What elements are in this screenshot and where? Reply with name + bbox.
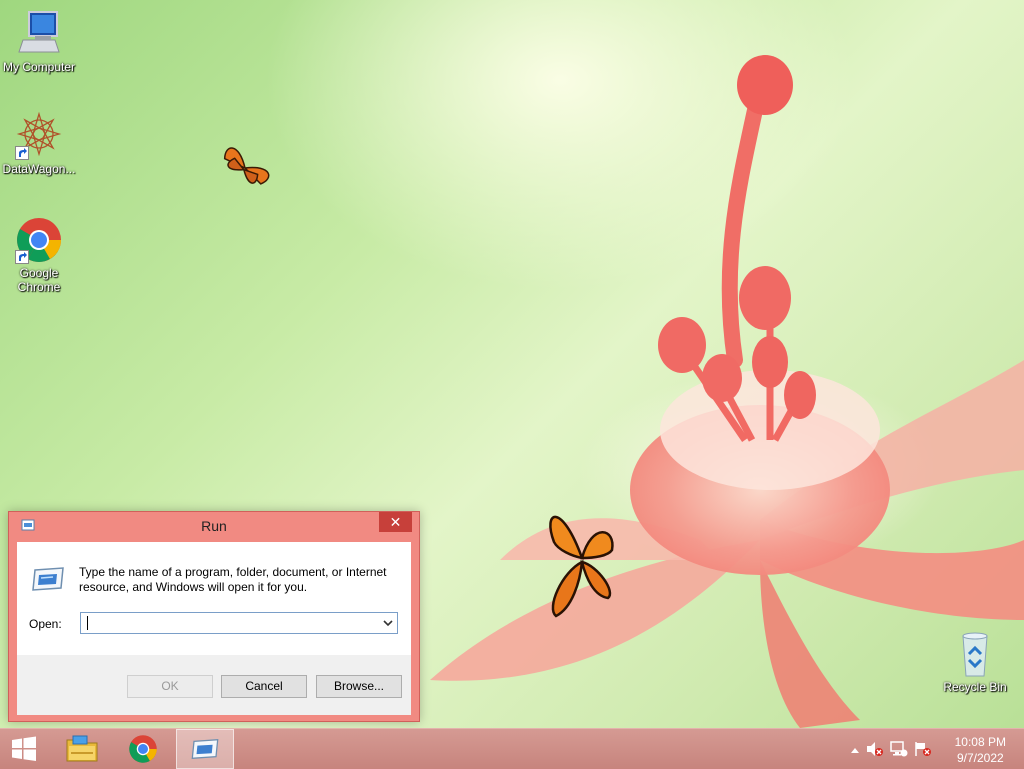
clock-date: 9/7/2022 xyxy=(956,751,1004,765)
desktop-icon-label: Google Chrome xyxy=(17,266,61,294)
text-caret xyxy=(87,616,88,630)
action-center-flag-icon[interactable] xyxy=(914,741,932,760)
desktop-icon-my-computer[interactable]: My Computer xyxy=(0,10,78,74)
run-dialog-content: Type the name of a program, folder, docu… xyxy=(17,542,411,655)
run-app-icon xyxy=(31,566,65,595)
chrome-icon xyxy=(129,735,157,763)
desktop-icon-label: Recycle Bin xyxy=(943,680,1007,694)
run-dialog-title: Run xyxy=(201,518,227,534)
open-combobox[interactable] xyxy=(80,612,398,634)
desktop-icon-label: DataWagon... xyxy=(2,162,76,176)
shortcut-arrow-icon xyxy=(15,146,29,160)
datawagon-icon xyxy=(15,111,63,160)
recycle-bin-icon xyxy=(951,630,999,678)
start-button[interactable] xyxy=(0,729,48,769)
run-dialog-body: Type the name of a program, folder, docu… xyxy=(17,542,411,715)
system-tray: 10:08 PM 9/7/2022 xyxy=(844,729,1024,769)
run-titlebar[interactable]: Run ✕ xyxy=(9,512,419,541)
volume-muted-icon[interactable] xyxy=(866,741,884,760)
file-explorer-icon xyxy=(66,735,98,762)
run-dialog[interactable]: Run ✕ Type the name of a program, folder… xyxy=(8,511,420,722)
ok-button[interactable]: OK xyxy=(127,675,213,698)
close-icon: ✕ xyxy=(389,514,402,530)
taskbar-file-explorer[interactable] xyxy=(54,729,110,769)
chevron-down-icon[interactable] xyxy=(382,617,394,632)
close-button[interactable]: ✕ xyxy=(379,512,412,532)
taskbar: 10:08 PM 9/7/2022 xyxy=(0,728,1024,769)
desktop[interactable]: My Computer DataWagon... Google Chrome R… xyxy=(0,0,1024,728)
desktop-icon-google-chrome[interactable]: Google Chrome xyxy=(0,216,78,294)
taskbar-google-chrome[interactable] xyxy=(115,729,171,769)
start-icon xyxy=(12,736,36,761)
open-input[interactable] xyxy=(81,613,385,633)
desktop-icon-label: My Computer xyxy=(2,60,76,74)
browse-button[interactable]: Browse... xyxy=(316,675,402,698)
open-label: Open: xyxy=(29,617,62,631)
chrome-icon xyxy=(15,216,63,264)
cancel-button[interactable]: Cancel xyxy=(221,675,307,698)
shortcut-arrow-icon xyxy=(15,250,29,264)
run-description: Type the name of a program, folder, docu… xyxy=(79,565,387,594)
taskbar-clock[interactable]: 10:08 PM 9/7/2022 xyxy=(955,734,1006,766)
run-icon xyxy=(191,739,219,759)
butterfly-icon xyxy=(223,147,270,185)
network-icon[interactable] xyxy=(890,741,908,760)
clock-time: 10:08 PM xyxy=(954,735,1006,749)
show-hidden-icons-chevron[interactable] xyxy=(850,743,860,757)
taskbar-run[interactable] xyxy=(176,729,234,769)
desktop-icon-recycle-bin[interactable]: Recycle Bin xyxy=(936,630,1014,694)
computer-icon xyxy=(15,10,63,58)
desktop-icon-datawagon[interactable]: DataWagon... xyxy=(0,111,78,176)
